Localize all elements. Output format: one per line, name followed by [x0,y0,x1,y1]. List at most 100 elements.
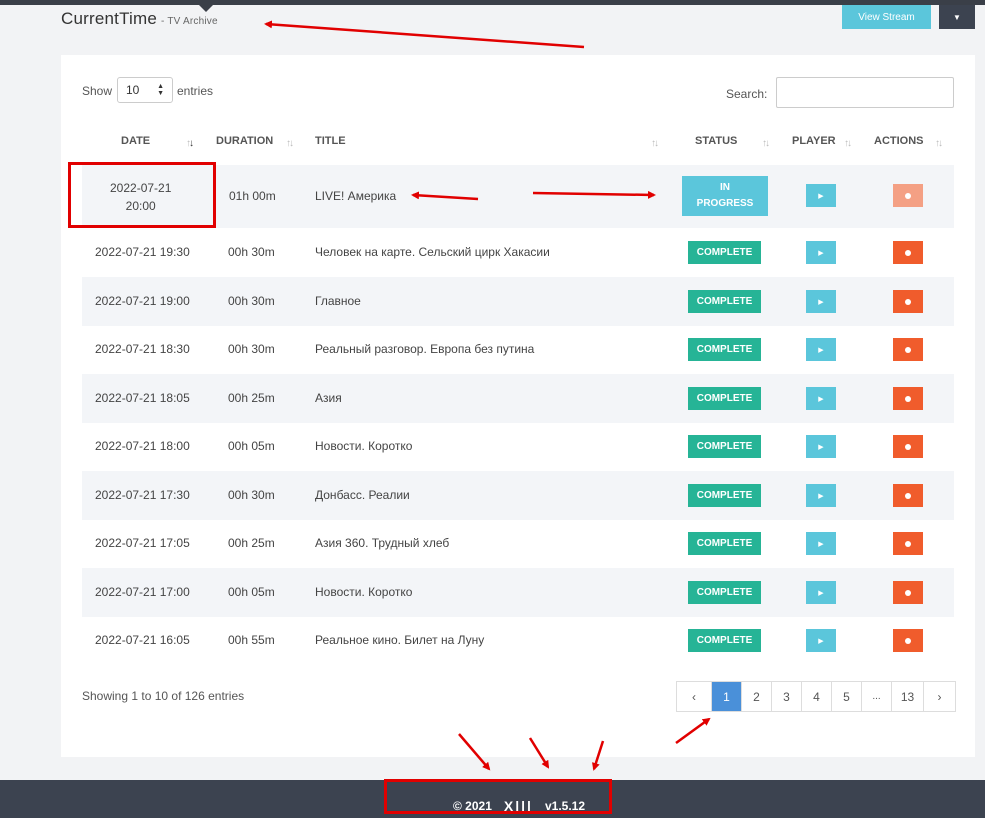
page-button-5[interactable]: 5 [831,682,861,711]
sort-icon[interactable]: ↑↓ [762,138,770,149]
record-button[interactable] [893,387,923,410]
record-button[interactable] [893,184,923,207]
row-duration: 00h 55m [228,633,275,647]
prev-page-button[interactable]: ‹ [677,682,711,711]
sort-icon[interactable]: ↑↓ [651,138,659,149]
play-button[interactable]: ▶ [806,290,836,313]
play-button[interactable]: ▶ [806,387,836,410]
table-row: 2022-07-21 19:30 00h 30m Человек на карте.… [82,228,954,277]
play-icon: ▶ [818,298,824,306]
status-badge: COMPLETE [688,435,761,458]
table-row: 2022-07-21 17:05 00h 25m Азия 360. Трудный… [82,519,954,568]
row-date: 2022-07-21 19:00 [95,294,190,308]
row-duration: 00h 05m [228,439,275,453]
row-date: 2022-07-21 18:00 [95,439,190,453]
column-header-status[interactable]: STATUS [695,135,737,147]
row-title: Азия [315,391,342,405]
column-header-player[interactable]: PLAYER [792,135,836,147]
status-badge: COMPLETE [688,290,761,313]
record-icon [905,540,911,547]
search-input[interactable] [776,77,954,108]
showing-entries-text: Showing 1 to 10 of 126 entries [82,689,245,703]
status-badge: COMPLETE [688,241,761,264]
show-label: Show [82,84,113,98]
page-button-2[interactable]: 2 [741,682,771,711]
row-duration: 00h 30m [228,294,275,308]
next-page-button[interactable]: › [923,682,955,711]
record-button[interactable] [893,484,923,507]
play-icon: ▶ [818,540,824,548]
play-button[interactable]: ▶ [806,484,836,507]
page-subtitle: TV Archive [167,16,218,27]
row-duration: 00h 05m [228,585,275,599]
row-duration: 00h 25m [228,391,275,405]
table-row: 2022-07-21 19:00 00h 30m Главное COMPLETE ▶ [82,277,954,326]
status-badge: COMPLETE [688,338,761,361]
sort-icon[interactable]: ↑↓ [844,138,852,149]
sort-icon[interactable]: ↑↓ [186,138,194,149]
sort-icon[interactable]: ↑↓ [286,138,294,149]
status-badge: COMPLETE [688,387,761,410]
row-date: 2022-07-21 19:30 [95,245,190,259]
select-arrows-icon: ▲ ▼ [157,83,164,97]
page-size-value: 10 [126,83,140,97]
row-title: Реальное кино. Билет на Луну [315,633,485,647]
record-button[interactable] [893,581,923,604]
page-button-4[interactable]: 4 [801,682,831,711]
table-row: 2022-07-21 17:00 00h 05m Новости. Коротко C… [82,568,954,617]
play-button[interactable]: ▶ [806,629,836,652]
row-date: 2022-07-21 17:05 [95,536,190,550]
row-title: Реальный разговор. Европа без путина [315,342,535,356]
record-button[interactable] [893,338,923,361]
entries-label: entries [177,84,214,98]
record-icon [905,249,911,256]
view-stream-button[interactable]: View Stream [842,5,931,29]
table-row: 2022-07-21 16:05 00h 55m Реальное кино. Би… [82,616,954,665]
record-button[interactable] [893,290,923,313]
play-button[interactable]: ▶ [806,241,836,264]
record-icon [905,589,911,596]
row-title: LIVE! Америка [315,189,397,203]
record-button[interactable] [893,241,923,264]
record-icon [905,443,911,450]
record-button[interactable] [893,532,923,555]
play-icon: ▶ [818,249,824,257]
row-date: 2022-07-21 16:05 [95,633,190,647]
page-title: CurrentTime - TV Archive [61,9,218,28]
column-header-date[interactable]: DATE [121,135,150,147]
column-header-title[interactable]: TITLE [315,135,346,147]
row-title: Донбасс. Реалии [315,488,410,502]
status-badge: IN PROGRESS [682,176,768,216]
play-icon: ▶ [818,589,824,597]
column-header-actions[interactable]: ACTIONS [874,135,924,147]
page-size-select[interactable]: 10 ▲ ▼ [117,77,173,103]
play-icon: ▶ [818,492,824,500]
column-header-duration[interactable]: DURATION [216,135,273,147]
play-button[interactable]: ▶ [806,581,836,604]
play-icon: ▶ [818,443,824,451]
play-button[interactable]: ▶ [806,338,836,361]
table-row: 2022-07-21 18:00 00h 05m Новости. Коротко C… [82,422,954,471]
row-title: Новости. Коротко [315,439,413,453]
row-date: 2022-07-21 18:30 [95,342,190,356]
row-date: 2022-07-21 18:05 [95,391,190,405]
record-button[interactable] [893,435,923,458]
page-button-13[interactable]: 13 [891,682,923,711]
annotation-box [68,162,216,228]
page-ellipsis: ... [861,682,891,711]
page-button-3[interactable]: 3 [771,682,801,711]
play-button[interactable]: ▶ [806,532,836,555]
row-duration: 00h 30m [228,488,275,502]
row-duration: 00h 30m [228,342,275,356]
record-button[interactable] [893,629,923,652]
status-badge: COMPLETE [688,629,761,652]
play-button[interactable]: ▶ [806,435,836,458]
row-title: Человек на карте. Сельский цирк Хакасии [315,245,550,259]
row-duration: 01h 00m [229,189,276,203]
sort-icon[interactable]: ↑↓ [935,138,943,149]
page-button-1[interactable]: 1 [711,682,741,711]
top-bar [0,0,985,5]
play-button[interactable]: ▶ [806,184,836,207]
row-duration: 00h 25m [228,536,275,550]
options-dropdown-button[interactable]: ▼ [939,5,975,29]
